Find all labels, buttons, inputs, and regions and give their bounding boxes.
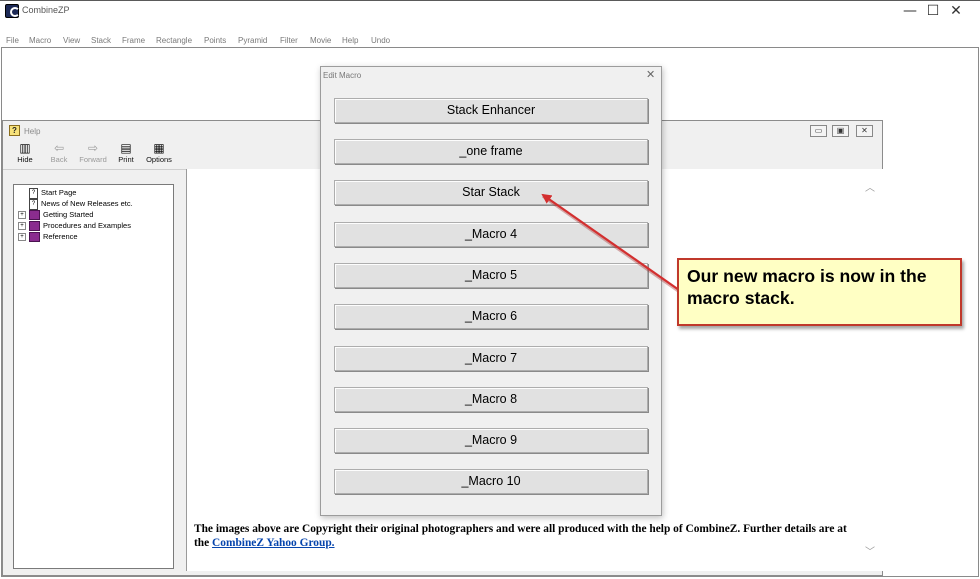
macro-button-star-stack[interactable]: Star Stack [334,180,648,205]
macro-button-5[interactable]: _Macro 5 [334,263,648,288]
scroll-up-arrow-icon[interactable]: ︿ [865,179,875,194]
macro-button-6[interactable]: _Macro 6 [334,304,648,329]
options-icon: ▦ [153,141,165,155]
toc-item-label: Reference [43,232,78,241]
macro-button-8[interactable]: _Macro 8 [334,387,648,412]
menu-movie[interactable]: Movie [310,36,331,45]
combinez-yahoo-group-link[interactable]: CombineZ Yahoo Group. [212,537,334,549]
expand-plus-icon[interactable]: + [18,211,26,220]
combinezp-app-icon [5,4,20,18]
menu-bar: File Macro View Stack Frame Rectangle Po… [0,32,980,48]
help-title: Help [24,127,41,136]
edit-macro-dialog: Edit Macro ✕ Stack Enhancer _one frame S… [320,66,662,516]
menu-stack[interactable]: Stack [91,36,111,45]
menu-undo[interactable]: Undo [371,36,390,45]
main-title-bar [0,0,980,22]
help-restore-button[interactable]: ▣ [832,125,849,137]
page-icon: ? [29,198,38,210]
macro-button-7[interactable]: _Macro 7 [334,346,648,371]
macro-button-4[interactable]: _Macro 4 [334,222,648,247]
toc-item-label: News of New Releases etc. [41,199,133,208]
menu-rectangle[interactable]: Rectangle [156,36,192,45]
toc-item-news[interactable]: ? News of New Releases etc. [18,198,133,210]
forward-button[interactable]: ⇨ Forward [76,141,110,169]
macro-button-stack-enhancer[interactable]: Stack Enhancer [334,98,648,123]
forward-arrow-icon: ⇨ [87,141,99,155]
expand-plus-icon[interactable]: + [18,222,26,231]
help-minimize-button[interactable]: ▭ [810,125,827,137]
forward-button-label: Forward [79,155,107,164]
book-icon [29,232,40,243]
menu-points[interactable]: Points [204,36,226,45]
expand-plus-icon[interactable]: + [18,233,26,242]
hide-button-label: Hide [17,155,33,164]
menu-file[interactable]: File [6,36,19,45]
annotation-callout: Our new macro is now in the macro stack. [677,258,962,326]
help-close-button[interactable]: ✕ [856,125,873,137]
toc-item-reference[interactable]: + Reference [18,231,78,243]
menu-pyramid[interactable]: Pyramid [238,36,267,45]
options-button[interactable]: ▦ Options [142,141,176,169]
dialog-title: Edit Macro [323,71,362,80]
toc-item-getting-started[interactable]: + Getting Started [18,209,94,221]
copyright-paragraph: The images above are Copyright their ori… [194,522,854,550]
back-button-label: Back [50,155,68,164]
dialog-close-icon[interactable]: ✕ [646,68,655,81]
macro-button-10[interactable]: _Macro 10 [334,469,648,494]
macro-button-one-frame[interactable]: _one frame [334,139,648,164]
book-icon [29,221,40,232]
toc-item-procedures[interactable]: + Procedures and Examples [18,220,131,232]
contents-tree: ? Start Page ? News of New Releases etc. +… [13,184,174,569]
print-button-label: Print [118,155,134,164]
menu-view[interactable]: View [63,36,80,45]
book-icon [29,210,40,221]
menu-macro[interactable]: Macro [29,36,51,45]
printer-icon: ▤ [120,141,132,155]
help-question-icon: ? [9,125,20,136]
close-button[interactable]: ✕ [933,1,979,21]
toc-item-label: Procedures and Examples [43,221,131,230]
scroll-down-arrow-icon[interactable]: ﹀ [865,543,875,558]
hide-icon: ▥ [19,141,31,155]
hide-button[interactable]: ▥ Hide [8,141,42,169]
menu-help[interactable]: Help [342,36,358,45]
menu-filter[interactable]: Filter [280,36,298,45]
toc-item-label: Getting Started [43,210,94,219]
back-arrow-icon: ⇦ [53,141,65,155]
back-button[interactable]: ⇦ Back [42,141,76,169]
toc-item-label: Start Page [41,188,77,197]
print-button[interactable]: ▤ Print [109,141,143,169]
app-title: CombineZP [22,5,70,15]
toc-item-start-page[interactable]: ? Start Page [18,187,77,199]
macro-button-9[interactable]: _Macro 9 [334,428,648,453]
options-button-label: Options [146,155,172,164]
menu-frame[interactable]: Frame [122,36,145,45]
page-icon: ? [29,187,38,199]
